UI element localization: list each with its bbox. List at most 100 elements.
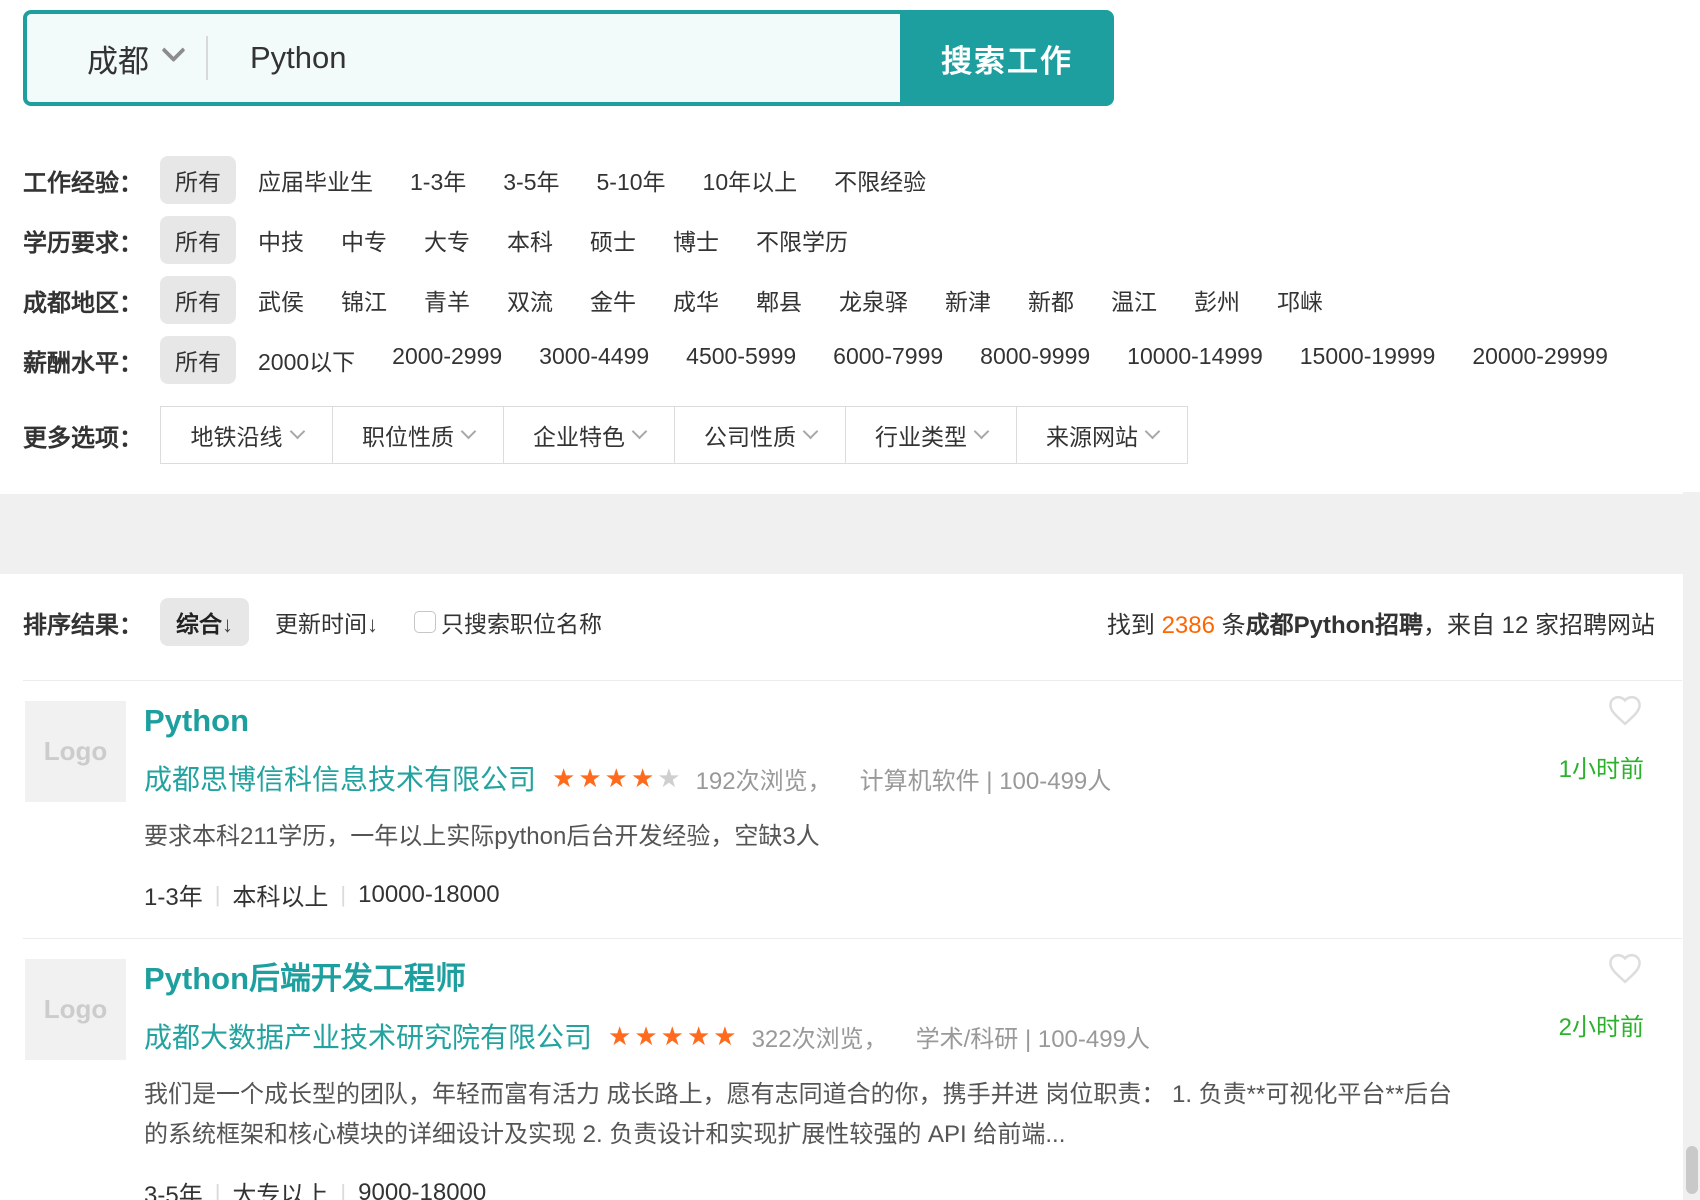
job-card[interactable]: Logo Python 成都思博信科信息技术有限公司 ★★★★★ 192次浏览，… — [23, 680, 1682, 938]
filter-option[interactable]: 中技 — [258, 223, 304, 257]
filter-row: 薪酬水平： 所有 2000以下2000-29993000-44994500-59… — [23, 338, 1700, 382]
job-card[interactable]: Logo Python后端开发工程师 成都大数据产业技术研究院有限公司 ★★★★… — [23, 938, 1682, 1200]
more-filter-dropdown[interactable]: 来源网站 — [1016, 407, 1187, 463]
section-divider-band — [0, 494, 1700, 574]
company-logo-placeholder: Logo — [25, 701, 126, 802]
filter-option[interactable]: 8000-9999 — [980, 343, 1090, 377]
filter-option[interactable]: 3000-4499 — [539, 343, 649, 377]
job-title-link[interactable]: Python — [144, 703, 249, 739]
job-meta: 3-5年 | 大专以上 | 9000-18000 — [144, 1175, 1454, 1200]
title-only-filter[interactable]: 只搜索职位名称 — [414, 605, 602, 639]
favorite-button[interactable] — [1606, 691, 1644, 729]
experience-requirement: 3-5年 — [144, 1175, 203, 1200]
logo-placeholder-text: Logo — [44, 994, 108, 1025]
city-select-label: 成都 — [87, 36, 149, 81]
filter-option[interactable]: 4500-5999 — [686, 343, 796, 377]
filter-option[interactable]: 锦江 — [341, 283, 387, 317]
filter-row: 学历要求： 所有 中技 中专 大专 本科 硕士 博士 不限学历 — [23, 218, 1700, 262]
heart-icon — [1606, 691, 1644, 729]
scrollbar-thumb[interactable] — [1686, 1146, 1698, 1194]
star-icon: ★ — [631, 763, 657, 793]
rating-stars: ★★★★★ — [552, 765, 684, 791]
filter-option[interactable]: 温江 — [1111, 283, 1157, 317]
chevron-down-icon — [803, 424, 819, 440]
filter-option[interactable]: 新津 — [945, 283, 991, 317]
sort-arrow-icon: ↓ — [222, 612, 233, 637]
filter-option[interactable]: 邛崃 — [1277, 283, 1323, 317]
filter-rows: 工作经验： 所有 应届毕业生1-3年3-5年5-10年10年以上不限经验 学历要… — [23, 158, 1700, 382]
filter-option[interactable]: 成华 — [673, 283, 719, 317]
job-side: 1小时前 — [1559, 691, 1644, 784]
result-summary: 找到 2386 条成都Python招聘，来自 12 家招聘网站 — [1107, 605, 1655, 640]
filter-option[interactable]: 大专 — [424, 223, 470, 257]
sort-comprehensive-chip[interactable]: 综合↓ — [160, 598, 249, 646]
filter-option[interactable]: 2000-2999 — [392, 343, 502, 377]
filter-option[interactable]: 硕士 — [590, 223, 636, 257]
filter-option[interactable]: 新都 — [1028, 283, 1074, 317]
filter-row: 工作经验： 所有 应届毕业生1-3年3-5年5-10年10年以上不限经验 — [23, 158, 1700, 202]
star-icon: ★ — [661, 1021, 687, 1051]
filter-option[interactable]: 青羊 — [424, 283, 470, 317]
filter-label: 学历要求： — [23, 223, 160, 258]
filter-option[interactable]: 20000-29999 — [1472, 343, 1608, 377]
filter-option[interactable]: 双流 — [507, 283, 553, 317]
result-middle: 条 — [1215, 612, 1246, 639]
filter-option[interactable]: 10000-14999 — [1127, 343, 1263, 377]
filter-option[interactable]: 中专 — [341, 223, 387, 257]
filter-option-selected[interactable]: 所有 — [160, 156, 236, 204]
city-select[interactable]: 成都 — [27, 36, 206, 81]
job-meta: 1-3年 | 本科以上 | 10000-18000 — [144, 877, 1454, 912]
filter-option[interactable]: 3-5年 — [503, 163, 559, 197]
filter-option-selected[interactable]: 所有 — [160, 276, 236, 324]
filter-option[interactable]: 龙泉驿 — [839, 283, 908, 317]
filter-option[interactable]: 15000-19999 — [1300, 343, 1436, 377]
filter-option[interactable]: 不限学历 — [756, 223, 848, 257]
experience-requirement: 1-3年 — [144, 877, 203, 912]
filter-option[interactable]: 郫县 — [756, 283, 802, 317]
star-icon: ★ — [687, 1021, 713, 1051]
dropdown-label: 地铁沿线 — [191, 418, 283, 452]
filter-options: 武侯 锦江 青羊 双流 金牛 成华 郫县 龙泉驿 新津 新都 温江 彭州 邛崃 — [258, 283, 1323, 317]
post-time: 2小时前 — [1559, 1007, 1644, 1042]
more-filter-dropdown[interactable]: 企业特色 — [503, 407, 674, 463]
job-description: 我们是一个成长型的团队，年轻而富有活力 成长路上，愿有志同道合的你，携手并进 岗… — [144, 1075, 1454, 1155]
filter-option[interactable]: 金牛 — [590, 283, 636, 317]
dropdown-label: 职位性质 — [362, 418, 454, 452]
favorite-button[interactable] — [1606, 949, 1644, 987]
filter-option[interactable]: 2000以下 — [258, 343, 355, 377]
filter-label: 成都地区： — [23, 283, 160, 318]
salary-range: 10000-18000 — [358, 881, 499, 909]
filter-option-selected[interactable]: 所有 — [160, 216, 236, 264]
sort-arrow-icon: ↓ — [367, 612, 378, 637]
more-filter-dropdown[interactable]: 行业类型 — [845, 407, 1016, 463]
more-filter-dropdown[interactable]: 公司性质 — [674, 407, 845, 463]
sort-row: 排序结果： 综合↓ 更新时间↓ 只搜索职位名称 找到 2386 条成都Pytho… — [23, 600, 1655, 644]
more-filter-dropdown[interactable]: 地铁沿线 — [161, 407, 332, 463]
dropdown-label: 行业类型 — [875, 418, 967, 452]
chevron-down-icon — [632, 424, 648, 440]
filter-option[interactable]: 应届毕业生 — [258, 163, 373, 197]
filter-option[interactable]: 本科 — [507, 223, 553, 257]
company-link[interactable]: 成都大数据产业技术研究院有限公司 — [144, 1016, 592, 1056]
filter-option[interactable]: 博士 — [673, 223, 719, 257]
filter-option[interactable]: 5-10年 — [597, 163, 666, 197]
filter-option[interactable]: 彭州 — [1194, 283, 1240, 317]
dropdown-label: 企业特色 — [533, 418, 625, 452]
dropdown-label: 公司性质 — [704, 418, 796, 452]
filter-option[interactable]: 10年以上 — [703, 163, 798, 197]
more-filter-dropdown[interactable]: 职位性质 — [332, 407, 503, 463]
sort-by-time-button[interactable]: 更新时间↓ — [275, 605, 378, 639]
filter-option-selected[interactable]: 所有 — [160, 336, 236, 384]
title-only-checkbox-label: 只搜索职位名称 — [441, 605, 602, 639]
dropdown-label: 来源网站 — [1046, 418, 1138, 452]
job-title-link[interactable]: Python后端开发工程师 — [144, 961, 466, 997]
filter-options: 中技 中专 大专 本科 硕士 博士 不限学历 — [258, 223, 848, 257]
filter-option[interactable]: 不限经验 — [834, 163, 926, 197]
filter-option[interactable]: 武侯 — [258, 283, 304, 317]
title-only-checkbox[interactable] — [414, 611, 436, 633]
scrollbar-track[interactable] — [1683, 492, 1700, 1200]
company-link[interactable]: 成都思博信科信息技术有限公司 — [144, 758, 536, 798]
filter-option[interactable]: 6000-7999 — [833, 343, 943, 377]
filter-option[interactable]: 1-3年 — [410, 163, 466, 197]
search-button[interactable]: 搜索工作 — [900, 10, 1114, 106]
